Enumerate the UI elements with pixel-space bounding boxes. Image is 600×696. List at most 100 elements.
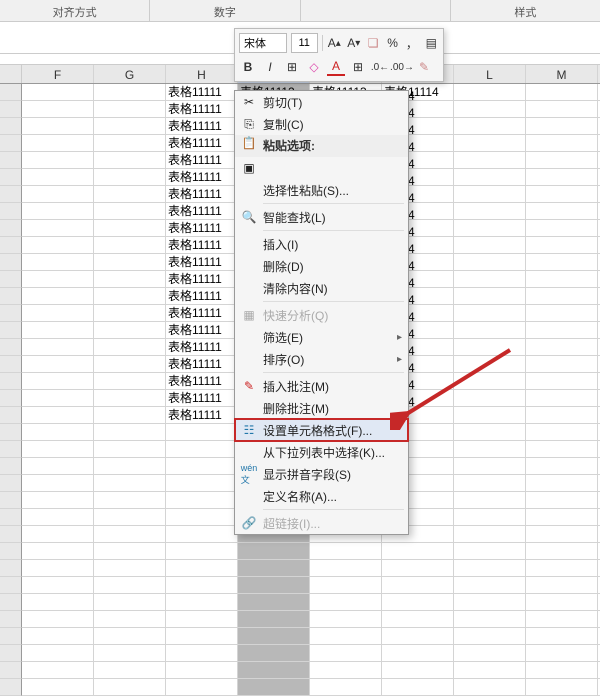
cell[interactable] — [526, 271, 598, 288]
cell[interactable] — [94, 169, 166, 186]
cell[interactable] — [166, 543, 238, 560]
cell[interactable] — [526, 356, 598, 373]
cell[interactable] — [454, 594, 526, 611]
cell[interactable] — [94, 322, 166, 339]
cell[interactable]: 表格11111 — [166, 84, 238, 101]
cell[interactable] — [454, 645, 526, 662]
cell[interactable] — [526, 152, 598, 169]
cell[interactable] — [526, 390, 598, 407]
cell[interactable] — [94, 84, 166, 101]
cell[interactable] — [526, 135, 598, 152]
cell[interactable] — [382, 543, 454, 560]
menu-show-pinyin[interactable]: wén文显示拼音字段(S) — [235, 463, 408, 485]
cell[interactable] — [94, 492, 166, 509]
cell[interactable]: 表格11111 — [166, 407, 238, 424]
increase-decimal-icon[interactable]: .00→ — [393, 58, 411, 76]
cell[interactable] — [22, 186, 94, 203]
cell[interactable] — [382, 679, 454, 696]
cell[interactable] — [22, 492, 94, 509]
cell[interactable] — [454, 339, 526, 356]
cell[interactable] — [22, 662, 94, 679]
cell[interactable] — [526, 662, 598, 679]
cell[interactable] — [526, 543, 598, 560]
cell[interactable] — [238, 611, 310, 628]
format-painter-icon[interactable]: ❏ — [365, 34, 380, 52]
cell[interactable] — [166, 560, 238, 577]
cell[interactable] — [310, 611, 382, 628]
fill-color-icon[interactable]: ◇ — [305, 58, 323, 76]
cell[interactable] — [454, 526, 526, 543]
cell[interactable] — [22, 475, 94, 492]
cell[interactable] — [22, 577, 94, 594]
cell[interactable] — [94, 220, 166, 237]
menu-filter[interactable]: 筛选(E)▸ — [235, 326, 408, 348]
cell[interactable] — [166, 594, 238, 611]
cell[interactable] — [22, 305, 94, 322]
column-header-H[interactable]: H — [166, 65, 238, 83]
cell[interactable] — [526, 458, 598, 475]
cell[interactable] — [382, 577, 454, 594]
cell[interactable]: 表格11111 — [166, 152, 238, 169]
cell[interactable] — [238, 594, 310, 611]
cell[interactable] — [22, 339, 94, 356]
cell[interactable] — [454, 101, 526, 118]
cell[interactable] — [526, 679, 598, 696]
cell[interactable] — [22, 118, 94, 135]
merge-icon[interactable]: ▤ — [424, 34, 439, 52]
cell[interactable] — [526, 645, 598, 662]
italic-icon[interactable]: I — [261, 58, 279, 76]
cell[interactable] — [454, 390, 526, 407]
cell[interactable] — [454, 186, 526, 203]
menu-delete[interactable]: 删除(D) — [235, 255, 408, 277]
underline-border-icon[interactable]: ⊞ — [283, 58, 301, 76]
cell[interactable] — [382, 611, 454, 628]
cell[interactable] — [310, 628, 382, 645]
cell[interactable] — [94, 356, 166, 373]
menu-smart-find[interactable]: 🔍智能查找(L) — [235, 206, 408, 228]
cell[interactable] — [526, 526, 598, 543]
cell[interactable] — [526, 594, 598, 611]
cell[interactable] — [454, 356, 526, 373]
cell[interactable] — [22, 390, 94, 407]
cell[interactable] — [454, 254, 526, 271]
cell[interactable] — [22, 611, 94, 628]
cell[interactable] — [526, 339, 598, 356]
ribbon-label-style[interactable]: 样式 — [451, 0, 600, 21]
comma-icon[interactable]: ， — [404, 34, 419, 52]
cell[interactable] — [166, 526, 238, 543]
menu-define-name[interactable]: 定义名称(A)... — [235, 485, 408, 507]
cell[interactable] — [94, 424, 166, 441]
menu-insert[interactable]: 插入(I) — [235, 233, 408, 255]
cell[interactable] — [238, 628, 310, 645]
menu-paste-special[interactable]: 选择性粘贴(S)... — [235, 179, 408, 201]
cell[interactable]: 表格11111 — [166, 254, 238, 271]
cell[interactable] — [238, 679, 310, 696]
cell[interactable] — [94, 305, 166, 322]
ribbon-label-align[interactable]: 对齐方式 — [0, 0, 150, 21]
cell[interactable] — [94, 441, 166, 458]
cell[interactable] — [382, 628, 454, 645]
cell[interactable] — [454, 458, 526, 475]
column-header-M[interactable]: M — [526, 65, 598, 83]
cell[interactable] — [94, 203, 166, 220]
cell[interactable] — [526, 628, 598, 645]
cell[interactable] — [94, 458, 166, 475]
cell[interactable] — [166, 628, 238, 645]
cell[interactable] — [238, 645, 310, 662]
increase-font-icon[interactable]: A▴ — [327, 34, 342, 52]
cell[interactable]: 表格11111 — [166, 288, 238, 305]
cell[interactable] — [526, 186, 598, 203]
menu-paste-option-1[interactable]: ▣ — [235, 157, 408, 179]
cell[interactable] — [22, 560, 94, 577]
cell[interactable] — [454, 135, 526, 152]
cell[interactable] — [22, 628, 94, 645]
cell[interactable] — [526, 84, 598, 101]
cell[interactable] — [382, 560, 454, 577]
cell[interactable]: 表格11111 — [166, 305, 238, 322]
font-color-icon[interactable]: A — [327, 58, 345, 76]
cell[interactable] — [22, 679, 94, 696]
cell[interactable] — [238, 577, 310, 594]
cell[interactable] — [166, 662, 238, 679]
cell[interactable] — [454, 152, 526, 169]
cell[interactable] — [94, 237, 166, 254]
